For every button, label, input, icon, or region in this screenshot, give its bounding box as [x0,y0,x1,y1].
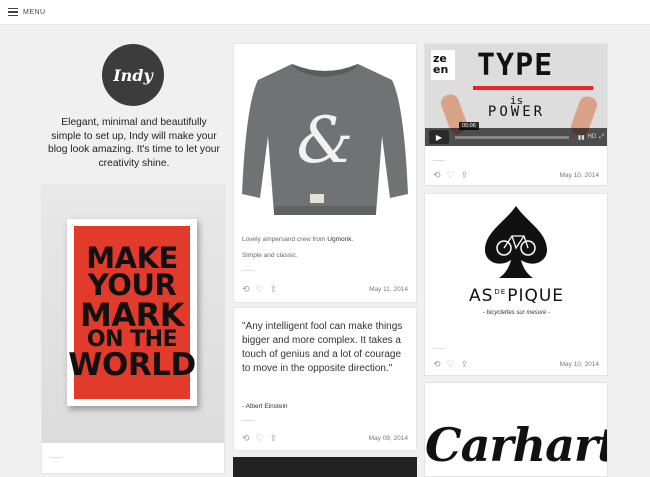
post-card-sweater[interactable]: & Lovely ampersand crew from Ugmonk. Sim… [233,43,417,303]
hamburger-icon[interactable] [8,8,18,16]
logo-line: en [433,63,449,76]
heart-icon[interactable]: ♡ [447,359,455,369]
share-icon[interactable]: ⇪ [461,170,469,180]
post-meta: ⟲ ♡ ⇪ May 09, 2014 [234,428,416,448]
title-part: DE [494,288,507,297]
quote-author: - Albert Einstein [242,403,288,410]
post-caption: Lovely ampersand crew from Ugmonk. [242,236,353,243]
reblog-icon[interactable]: ⟲ [242,284,250,294]
caption-text: Lovely ampersand crew from [242,236,328,243]
top-bar: MENU [0,0,650,25]
divider [50,457,62,458]
reblog-icon[interactable]: ⟲ [242,433,250,443]
spade-title: ASDEPIQUE [425,286,607,306]
share-icon[interactable]: ⇪ [270,284,278,294]
post-date[interactable]: May 10, 2014 [560,361,599,368]
reblog-icon[interactable]: ⟲ [433,359,441,369]
post-date[interactable]: May 11, 2014 [369,286,408,293]
post-card-carhartt[interactable]: Carhartt [424,382,608,477]
post-meta: ⟲ ♡ ⇪ May 10, 2014 [425,354,607,374]
post-card-dark[interactable] [233,457,417,477]
post-meta: ⟲ ♡ ⇪ May 10, 2014 [425,165,607,185]
volume-icon[interactable]: ▮▮ [578,134,585,141]
reblog-icon[interactable]: ⟲ [433,170,441,180]
divider [242,420,254,421]
play-icon[interactable]: ▶ [429,130,449,144]
spade-subtitle: - bicyclettes sur mesure - [482,310,551,316]
title-part: PIQUE [507,286,565,306]
post-card-poster[interactable]: MAKE YOUR MARK ON THE WORLD [41,184,225,474]
video-player[interactable]: ze en TYPE is POWER 05:06 ▶ ▮▮ HD ⤢ [425,44,607,146]
video-title-type: TYPE [477,48,554,83]
divider [433,160,445,161]
post-card-spade[interactable]: ASDEPIQUE - bicyclettes sur mesure - ⟲ ♡… [424,193,608,376]
blog-description: Elegant, minimal and beautifully simple … [48,117,220,169]
red-line [473,86,593,90]
share-icon[interactable]: ⇪ [461,359,469,369]
title-part: AS [468,286,494,306]
fullscreen-icon[interactable]: ⤢ [599,134,604,141]
heart-icon[interactable]: ♡ [256,284,264,294]
divider [242,270,254,271]
post-card-video[interactable]: ze en TYPE is POWER 05:06 ▶ ▮▮ HD ⤢ ⟲ ♡ … [424,43,608,186]
poster-line: WORLD [68,346,196,383]
avatar-logo-text: Indy [113,65,153,85]
share-icon[interactable]: ⇪ [270,433,278,443]
post-card-quote[interactable]: "Any intelligent fool can make things bi… [233,307,417,451]
poster-line: MARK [79,295,185,334]
svg-text:&: & [297,104,354,178]
divider [433,348,445,349]
post-caption-2: Simple and classic. [242,252,298,259]
post-meta: ⟲ ♡ ⇪ May 11, 2014 [234,279,416,299]
heart-icon[interactable]: ♡ [447,170,455,180]
hd-toggle[interactable]: HD [588,134,597,140]
post-date[interactable]: May 10, 2014 [560,172,599,179]
heart-icon[interactable]: ♡ [256,433,264,443]
menu-button[interactable]: MENU [23,9,46,16]
video-scrubber[interactable] [455,135,569,139]
video-controls: ▶ ▮▮ HD ⤢ [425,128,607,146]
sweater-photo: & [234,44,416,229]
poster-artwork: MAKE YOUR MARK ON THE WORLD [68,226,196,399]
quote-text: "Any intelligent fool can make things bi… [242,321,403,374]
zeen-logo: ze en [431,50,455,80]
post-date[interactable]: May 09, 2014 [369,435,408,442]
caption-text: . [351,236,354,243]
caption-link[interactable]: Ugmonk [327,236,351,243]
spade-bicycle-logo [485,206,547,278]
poster-photo: MAKE YOUR MARK ON THE WORLD [42,185,224,443]
avatar[interactable]: Indy [102,44,164,106]
